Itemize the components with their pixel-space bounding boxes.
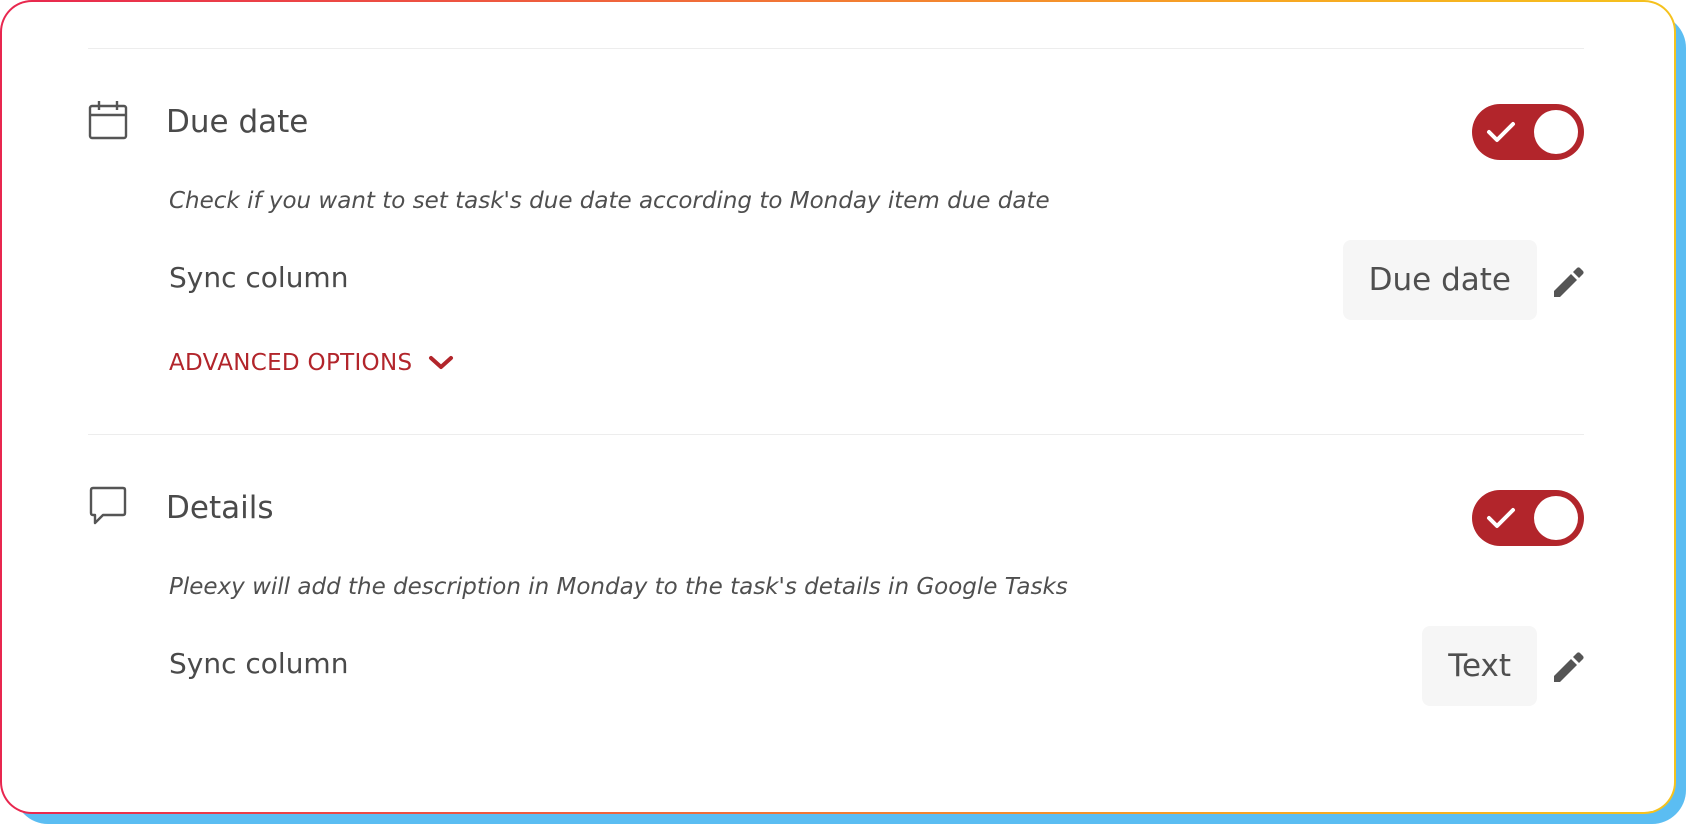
speech-bubble-icon <box>89 486 127 525</box>
due-date-title: Due date <box>166 104 309 140</box>
details-sync-label: Sync column <box>169 647 349 680</box>
details-sync-value[interactable]: Text <box>1422 626 1537 706</box>
due-date-sync-value[interactable]: Due date <box>1342 240 1537 320</box>
check-icon <box>1487 508 1515 528</box>
toggle-knob <box>1534 110 1578 154</box>
due-date-description: Check if you want to set task's due date… <box>169 188 1050 214</box>
check-icon <box>1487 122 1515 142</box>
advanced-options-label: ADVANCED OPTIONS <box>169 350 413 376</box>
advanced-options-toggle[interactable]: ADVANCED OPTIONS <box>169 348 454 378</box>
due-date-sync-label: Sync column <box>169 261 349 294</box>
top-divider <box>88 48 1584 49</box>
pencil-icon[interactable] <box>1550 265 1586 301</box>
details-toggle[interactable] <box>1472 490 1584 546</box>
details-title: Details <box>166 490 274 526</box>
due-date-toggle[interactable] <box>1472 104 1584 160</box>
details-description: Pleexy will add the description in Monda… <box>169 574 1068 600</box>
calendar-icon <box>88 101 128 140</box>
section-divider <box>88 434 1584 435</box>
pencil-icon[interactable] <box>1550 650 1586 686</box>
chevron-down-icon <box>429 356 454 369</box>
settings-card: Due date Check if you want to set task's… <box>2 2 1674 812</box>
toggle-knob <box>1534 496 1578 540</box>
